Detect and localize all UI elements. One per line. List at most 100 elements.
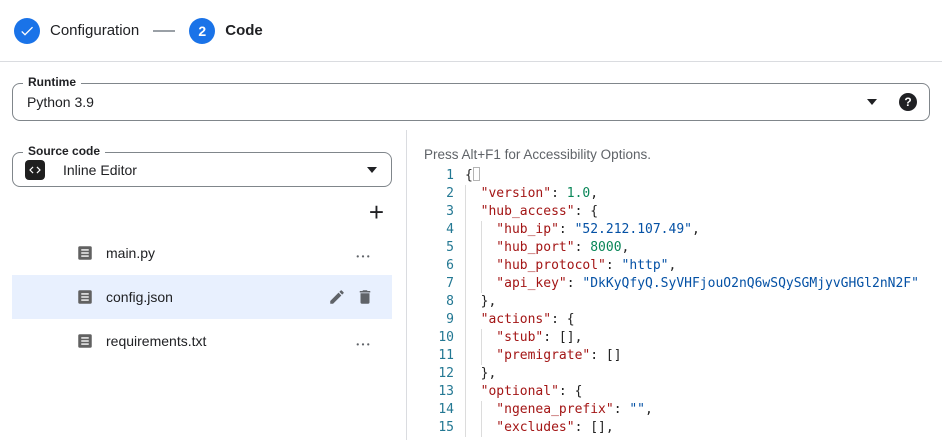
question-mark-icon[interactable]: ? [899,93,917,111]
code-line-15[interactable]: 15 "excludes": [], [424,419,942,437]
code-line-5[interactable]: 5 "hub_port": 8000, [424,239,942,257]
code-line-11[interactable]: 11 "premigrate": [] [424,347,942,365]
step1-circle [14,18,40,44]
file-toolbar: + [0,201,406,223]
indent-guide [481,329,482,347]
file-row-main.py[interactable]: main.py [12,231,392,275]
file-name: config.json [106,289,173,305]
code-line-13[interactable]: 13 "optional": { [424,383,942,401]
file-list: main.py config.json requirements.txt [0,231,406,363]
step2-circle: 2 [189,18,215,44]
indent-guide [465,257,466,275]
line-number: 7 [424,275,454,293]
indent-guide [481,275,482,293]
pencil-icon [328,288,346,306]
indent-guide [465,293,466,311]
code-line-text: }, [465,293,496,311]
code-line-text: "hub_protocol": "http", [465,257,676,275]
stepper: Configuration 2 Code [0,0,942,62]
code-line-10[interactable]: 10 "stub": [], [424,329,942,347]
indent-guide [465,203,466,221]
line-number: 1 [424,167,454,185]
file-name: main.py [106,245,155,261]
code-line-4[interactable]: 4 "hub_ip": "52.212.107.49", [424,221,942,239]
file-actions [328,288,392,306]
code-line-text: "premigrate": [] [465,347,622,365]
code-line-text: "version": 1.0, [465,185,598,203]
code-editor[interactable]: 1{2"version": 1.0,3"hub_access": {4"hub_… [424,167,942,437]
file-row-config.json[interactable]: config.json [12,275,392,319]
edit-file-button[interactable] [328,288,346,306]
code-line-text: "hub_access": { [465,203,598,221]
indent-guide [481,419,482,437]
code-line-1[interactable]: 1{ [424,167,942,185]
check-icon [19,23,35,39]
line-number: 8 [424,293,454,311]
delete-file-button[interactable] [356,288,374,306]
code-line-9[interactable]: 9"actions": { [424,311,942,329]
more-horizontal-icon [354,244,372,262]
step-separator [153,30,175,32]
main-content: Source code Inline Editor + main.py confi… [0,130,942,440]
line-number: 13 [424,383,454,401]
text-cursor [473,167,480,181]
line-number: 11 [424,347,454,365]
chevron-down-icon[interactable] [867,99,877,105]
accessibility-note: Press Alt+F1 for Accessibility Options. [424,146,942,164]
code-icon [25,160,45,180]
step2-label: Code [225,22,263,39]
indent-guide [465,329,466,347]
indent-guide [465,347,466,365]
code-line-text: "hub_port": 8000, [465,239,629,257]
file-actions [354,332,392,350]
file-row-requirements.txt[interactable]: requirements.txt [12,319,392,363]
line-number: 2 [424,185,454,203]
chevron-down-icon[interactable] [367,167,377,173]
indent-guide [481,347,482,365]
line-number: 3 [424,203,454,221]
line-number: 15 [424,419,454,437]
source-code-label: Source code [23,144,105,158]
step-configuration[interactable]: Configuration [14,18,139,44]
line-number: 10 [424,329,454,347]
code-line-14[interactable]: 14 "ngenea_prefix": "", [424,401,942,419]
code-line-7[interactable]: 7 "api_key": "DkKyQfyQ.SyVHFjouO2nQ6wSQyS… [424,275,942,293]
file-more-button[interactable] [354,332,372,350]
indent-guide [465,275,466,293]
code-line-6[interactable]: 6 "hub_protocol": "http", [424,257,942,275]
code-line-12[interactable]: 12}, [424,365,942,383]
document-icon [76,288,94,306]
source-code-select[interactable]: Source code Inline Editor [12,152,392,187]
line-number: 6 [424,257,454,275]
code-line-8[interactable]: 8}, [424,293,942,311]
line-number: 14 [424,401,454,419]
indent-guide [465,401,466,419]
line-number: 4 [424,221,454,239]
code-line-text: "optional": { [465,383,582,401]
code-line-text: "api_key": "DkKyQfyQ.SyVHFjouO2nQ6wSQySG… [465,275,919,293]
runtime-select[interactable]: Runtime Python 3.9 ? [12,83,930,121]
line-number: 5 [424,239,454,257]
trash-icon [356,288,374,306]
code-line-3[interactable]: 3 "hub_access": { [424,203,942,221]
code-line-text: }, [465,365,496,383]
indent-guide [465,221,466,239]
indent-guide [465,185,466,203]
document-icon [76,244,94,262]
file-more-button[interactable] [354,244,372,262]
step-code[interactable]: 2 Code [189,18,263,44]
code-line-text: "excludes": [], [465,419,614,437]
add-file-button[interactable]: + [369,201,384,223]
code-line-text: "ngenea_prefix": "", [465,401,653,419]
indent-guide [481,401,482,419]
indent-guide [465,311,466,329]
code-line-text: "hub_ip": "52.212.107.49", [465,221,700,239]
code-line-text: { [465,167,480,185]
runtime-value: Python 3.9 [27,94,94,110]
line-number: 12 [424,365,454,383]
indent-guide [465,239,466,257]
indent-guide [465,383,466,401]
more-horizontal-icon [354,332,372,350]
code-line-text: "stub": [], [465,329,582,347]
code-line-2[interactable]: 2 "version": 1.0, [424,185,942,203]
